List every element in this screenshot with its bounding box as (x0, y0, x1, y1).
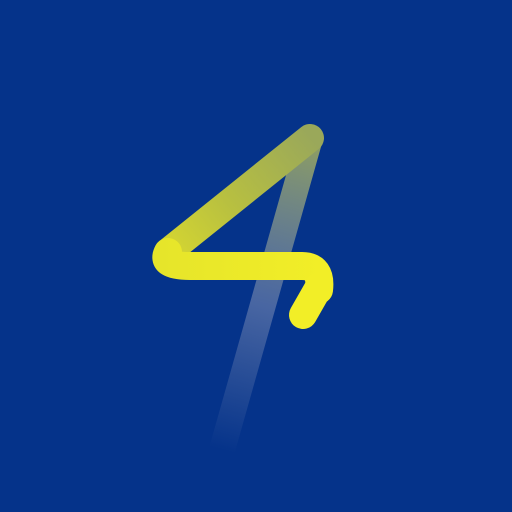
stem-stroke (289, 273, 333, 329)
number-four-stroke-logo-icon (0, 0, 512, 512)
app-icon-canvas (0, 0, 512, 512)
